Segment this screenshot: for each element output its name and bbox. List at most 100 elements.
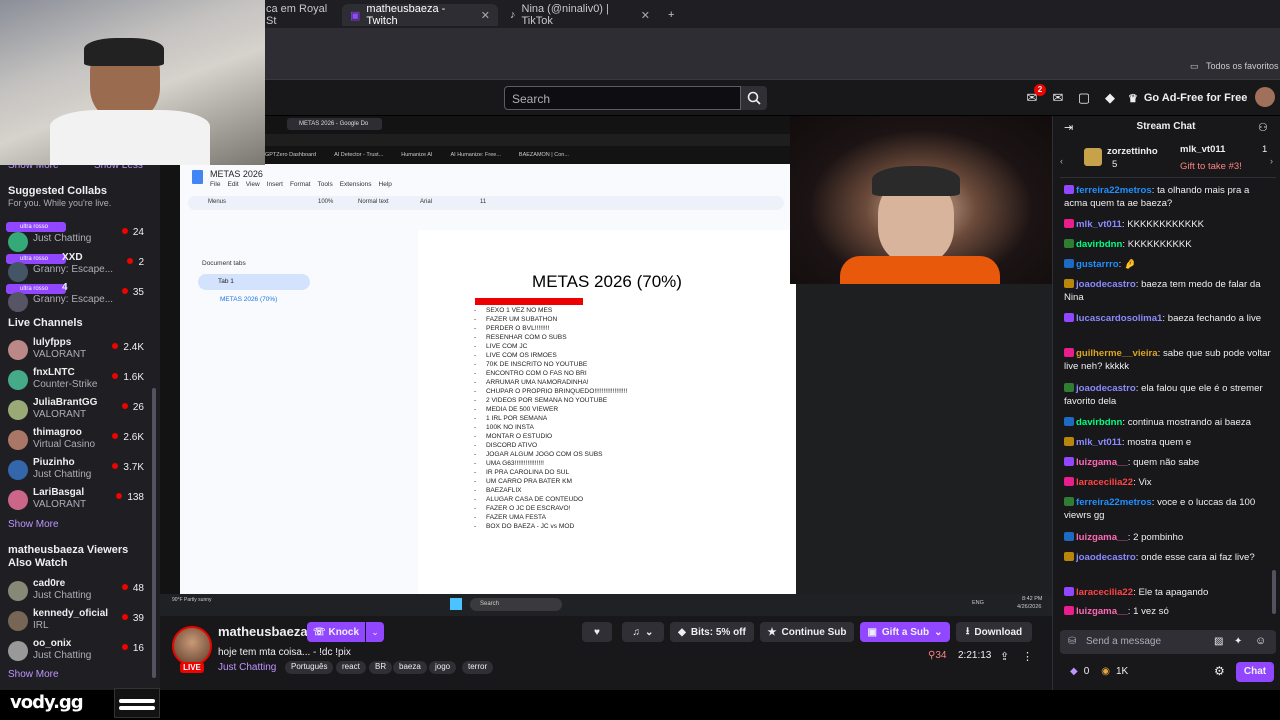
show-more-link[interactable]: Show More bbox=[8, 669, 59, 680]
bits-icon: ◆ bbox=[678, 626, 686, 638]
notifications-bell-button[interactable]: ♫ ⌄ bbox=[622, 622, 664, 642]
continue-sub-button[interactable]: ★ Continue Sub bbox=[760, 622, 854, 642]
share-icon[interactable]: ⇪ bbox=[1000, 650, 1009, 663]
stream-tag[interactable]: baeza bbox=[393, 661, 427, 674]
gift-cta[interactable]: Gift to take #3! bbox=[1180, 161, 1242, 172]
chat-username[interactable]: mlk_vt011 bbox=[1076, 219, 1122, 230]
chat-username[interactable]: luizgama__ bbox=[1076, 606, 1128, 617]
knock-button[interactable]: ☏ Knock bbox=[307, 622, 365, 642]
chat-username[interactable]: luizgama__ bbox=[1076, 457, 1128, 468]
live-channel[interactable]: lulyfpps VALORANT 2.4K bbox=[0, 337, 160, 367]
stream-tag[interactable]: BR bbox=[369, 661, 393, 674]
chat-scrollbar[interactable] bbox=[1272, 570, 1276, 614]
stream-tag[interactable]: Português bbox=[285, 661, 334, 674]
close-icon[interactable]: ✕ bbox=[641, 9, 650, 22]
whispers-icon[interactable]: ▢ bbox=[1076, 90, 1092, 106]
bits-button[interactable]: ◆ Bits: 5% off bbox=[670, 622, 754, 642]
facecam-right bbox=[790, 116, 1052, 284]
chat-username[interactable]: davirbdnn bbox=[1076, 239, 1122, 250]
chat-username[interactable]: davirbdnn bbox=[1076, 417, 1122, 428]
viewer-count: 138 bbox=[116, 492, 144, 503]
streamer-avatar[interactable] bbox=[172, 626, 212, 666]
stream-tag[interactable]: terror bbox=[462, 661, 494, 674]
show-more-link[interactable]: Show More bbox=[8, 519, 59, 530]
doc-name: METAS 2026 bbox=[210, 169, 263, 179]
tab-label: Nina (@ninaliv0) | TikTok bbox=[521, 3, 609, 27]
suggested-channel[interactable]: ultra rosso Just Chatting 24 bbox=[0, 222, 160, 252]
chat-message: guilherme__vieira: sabe que sub pode vol… bbox=[1064, 347, 1272, 373]
chat-username[interactable]: gustarrro bbox=[1076, 259, 1119, 270]
chat-text: baeza fechando a live bbox=[1167, 313, 1262, 324]
chat-username[interactable]: joaodecastro bbox=[1076, 279, 1136, 290]
search-icon bbox=[747, 91, 761, 105]
chat-users-icon[interactable]: ⚇ bbox=[1258, 121, 1268, 134]
more-options-icon[interactable]: ⋮ bbox=[1022, 650, 1033, 663]
live-channel[interactable]: LariBasgal VALORANT 138 bbox=[0, 487, 160, 517]
chat-username[interactable]: lucascardosolima1 bbox=[1076, 313, 1162, 324]
also-watch-channel[interactable]: cad0re Just Chatting 48 bbox=[0, 578, 160, 608]
browser-tab[interactable]: ca em Royal St bbox=[258, 3, 338, 27]
search-button[interactable] bbox=[741, 86, 767, 110]
chat-username[interactable]: ferreira22metros bbox=[1076, 185, 1152, 196]
badge-icon bbox=[1064, 383, 1074, 392]
live-channel[interactable]: thimagroo Virtual Casino 2.6K bbox=[0, 427, 160, 457]
goal-item: PERDER O BVL!!!!!!!! bbox=[474, 325, 549, 332]
browser-tab-active[interactable]: ▣ matheusbaeza - Twitch ✕ bbox=[342, 3, 498, 27]
stream-category[interactable]: Just Chatting bbox=[218, 662, 276, 673]
bits-cheer-icon[interactable]: ⛁ bbox=[1068, 636, 1076, 647]
live-channel[interactable]: JuliaBrantGG VALORANT 26 bbox=[0, 397, 160, 427]
emote-icon[interactable]: ☺ bbox=[1255, 635, 1266, 647]
close-icon[interactable]: ✕ bbox=[481, 9, 490, 22]
gift-sub-button[interactable]: ▣ Gift a Sub ⌄ bbox=[860, 622, 950, 642]
bits-icon[interactable]: ◆ bbox=[1102, 90, 1118, 106]
suggested-channel[interactable]: ultra rosso 4 Granny: Escape... 35 bbox=[0, 282, 160, 312]
chat-username[interactable]: joaodecastro bbox=[1076, 552, 1136, 563]
channel-points[interactable]: ◆ 0 ◉ 1K bbox=[1070, 666, 1128, 677]
stream-tag[interactable]: react bbox=[336, 661, 366, 674]
live-channel[interactable]: fnxLNTC Counter-Strike 1.6K bbox=[0, 367, 160, 397]
gifter-count: 1 bbox=[1262, 144, 1268, 155]
goal-item: UM CARRO PRA BATER KM bbox=[474, 478, 572, 485]
stream-tag[interactable]: jogo bbox=[429, 661, 457, 674]
chat-username[interactable]: ferreira22metros bbox=[1076, 497, 1152, 508]
also-watch-channel[interactable]: oo_onix Just Chatting 16 bbox=[0, 638, 160, 668]
also-watch-channel[interactable]: kennedy_oficial IRL 39 bbox=[0, 608, 160, 638]
search-input[interactable]: Search bbox=[504, 86, 741, 110]
docs-icon bbox=[192, 170, 203, 184]
streamer-name[interactable]: matheusbaeza bbox=[218, 624, 308, 639]
user-avatar[interactable] bbox=[1255, 87, 1275, 107]
download-button[interactable]: ⭳ Download bbox=[956, 622, 1032, 642]
gif-icon[interactable]: ▨ bbox=[1214, 636, 1223, 647]
chat-send-button[interactable]: Chat bbox=[1236, 662, 1274, 682]
ad-free-button[interactable]: ♛ Go Ad-Free for Free bbox=[1128, 88, 1247, 108]
chevron-right-icon[interactable]: › bbox=[1270, 156, 1273, 166]
chat-username[interactable]: joaodecastro bbox=[1076, 383, 1136, 394]
chat-username[interactable]: luizgama__ bbox=[1076, 532, 1128, 543]
goal-item: 1 IRL POR SEMANA bbox=[474, 415, 547, 422]
avatar bbox=[8, 370, 28, 390]
chat-username[interactable]: mlk_vt011 bbox=[1076, 437, 1122, 448]
chat-input[interactable]: Send a message bbox=[1060, 630, 1276, 654]
knock-dropdown[interactable]: ⌄ bbox=[366, 622, 384, 642]
suggested-collabs-subtitle: For you. While you're live. bbox=[8, 198, 112, 208]
doc-bookmark: AI Detector - Trust... bbox=[334, 152, 384, 158]
channel-game: Just Chatting bbox=[33, 233, 92, 244]
bookmarks-label[interactable]: Todos os favoritos bbox=[1206, 61, 1279, 71]
badge-icon bbox=[1064, 185, 1074, 194]
viewer-count: 26 bbox=[122, 402, 144, 413]
browser-tab[interactable]: ♪ Nina (@ninaliv0) | TikTok ✕ bbox=[502, 3, 658, 27]
sidebar-scrollbar[interactable] bbox=[152, 388, 156, 678]
inbox-icon[interactable]: ✉ bbox=[1050, 90, 1066, 106]
live-channel[interactable]: Piuzinho Just Chatting 3.7K bbox=[0, 457, 160, 487]
chat-username[interactable]: laracecilia22 bbox=[1076, 477, 1133, 488]
sparkle-icon[interactable]: ✦ bbox=[1234, 636, 1242, 647]
chat-username[interactable]: laracecilia22 bbox=[1076, 587, 1133, 598]
chat-settings-icon[interactable]: ⚙ bbox=[1214, 664, 1225, 678]
chat-message: davirbdnn: continua mostrando ai baeza bbox=[1064, 416, 1272, 429]
suggested-channel[interactable]: ultra rosso XXD Granny: Escape... 2 bbox=[0, 252, 160, 282]
chevron-left-icon[interactable]: ‹ bbox=[1060, 156, 1063, 166]
chat-username[interactable]: guilherme__vieira bbox=[1076, 348, 1158, 359]
facecam-left bbox=[0, 0, 265, 165]
new-tab-button[interactable]: + bbox=[660, 4, 680, 26]
follow-button[interactable]: ♥ bbox=[582, 622, 612, 642]
